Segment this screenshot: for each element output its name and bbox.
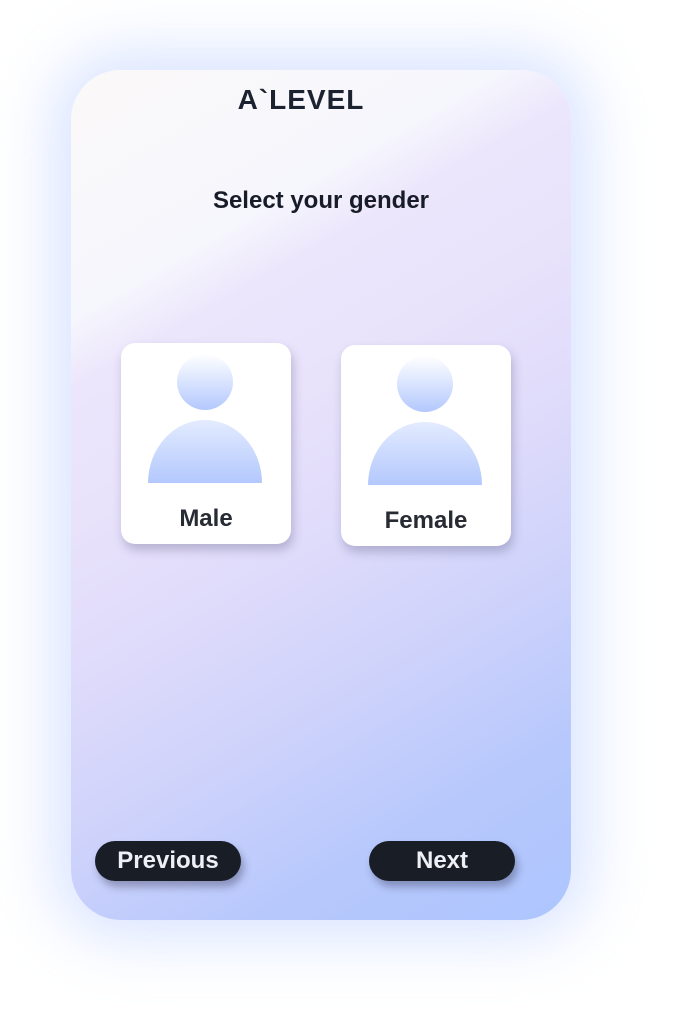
page-title: Select your gender xyxy=(212,187,430,214)
onboarding-screen: A`LEVEL Select your gender Male Female P… xyxy=(71,70,571,920)
app-canvas: A`LEVEL Select your gender Male Female P… xyxy=(0,0,680,1030)
gender-option-label: Male xyxy=(179,505,233,532)
next-button[interactable]: Next xyxy=(369,841,515,881)
app-logo: A`LEVEL xyxy=(237,84,365,115)
person-icon xyxy=(368,357,482,485)
gender-option-male[interactable]: Male xyxy=(121,343,291,544)
gender-option-female[interactable]: Female xyxy=(341,345,511,546)
previous-button[interactable]: Previous xyxy=(95,841,241,881)
person-icon xyxy=(148,355,262,483)
gender-option-label: Female xyxy=(384,507,468,534)
